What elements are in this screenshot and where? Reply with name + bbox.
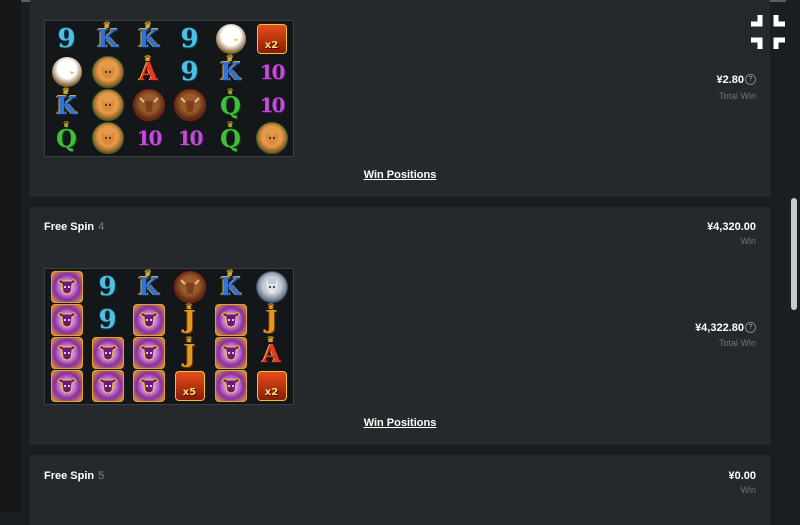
symbol-k: K ♛	[138, 20, 159, 54]
crown-icon: ♛	[103, 20, 111, 30]
eagle-icon	[46, 55, 87, 88]
symbol-q: Q ♛	[56, 120, 77, 153]
multiplier-x2-icon: x2	[251, 22, 292, 55]
cougar-icon	[87, 122, 128, 155]
eagle-icon	[210, 22, 251, 55]
cougar-icon	[87, 89, 128, 122]
spin-round-panel: 9 K ♛ K ♛ 9 x2 A ♛ 9 K ♛ 10 K ♛ Q ♛ 10 Q ♛ 10 10 Q ♛ ¥2.80? Tot…	[30, 0, 770, 197]
crown-icon: ♛	[226, 120, 234, 130]
symbol-k: K ♛	[97, 20, 118, 54]
crown-icon: ♛	[185, 335, 193, 345]
win-positions-link[interactable]: Win Positions	[30, 169, 770, 181]
symbol-10: 10	[177, 126, 204, 151]
moose-icon	[169, 89, 210, 122]
free-spin-title: Free Spin 4	[44, 221, 105, 233]
buffalo-icon	[128, 370, 169, 403]
symbol-9: 9	[180, 23, 199, 54]
symbol-10: 10	[259, 93, 286, 118]
total-win-label: Total Win	[718, 91, 756, 101]
help-icon[interactable]: ?	[745, 74, 756, 85]
crown-icon: ♛	[144, 268, 152, 278]
win-positions-link[interactable]: Win Positions	[30, 417, 770, 429]
buffalo-icon	[46, 270, 87, 303]
wolf-icon	[251, 270, 292, 303]
multiplier-x5-icon: x5	[169, 370, 210, 403]
spin-win-amount: ¥4,320.00	[707, 221, 756, 233]
symbol-k: K ♛	[56, 87, 77, 120]
cougar-icon	[251, 122, 292, 155]
crown-icon: ♛	[267, 335, 275, 345]
buffalo-icon	[128, 337, 169, 370]
symbol-q: Q ♛	[220, 87, 241, 120]
buffalo-icon	[210, 337, 251, 370]
symbol-9: 9	[98, 271, 117, 302]
crown-icon: ♛	[62, 120, 70, 130]
spin-number: 4	[98, 221, 105, 233]
crown-icon: ♛	[226, 53, 234, 63]
scrollbar-thumb[interactable]	[791, 198, 797, 310]
crown-icon: ♛	[226, 87, 234, 97]
left-sidebar-strip	[0, 0, 21, 512]
symbol-10: 10	[136, 126, 163, 151]
total-win-label: Total Win	[718, 338, 756, 348]
symbol-a: A ♛	[139, 53, 158, 87]
spin-win-label: Win	[740, 485, 757, 495]
symbol-j: J ♛	[183, 335, 196, 368]
symbol-a: A ♛	[262, 335, 281, 368]
symbol-j: J ♛	[183, 301, 196, 335]
spin-win-amount: ¥0.00	[728, 470, 756, 482]
buffalo-icon	[87, 370, 128, 403]
spin-win-label: Win	[740, 236, 757, 246]
multiplier-x2-icon: x2	[251, 370, 292, 403]
symbol-k: K ♛	[220, 53, 241, 87]
reels-grid: 9 K ♛ K ♛ 9 x2 A ♛ 9 K ♛ 10 K ♛ Q ♛ 10 Q ♛ 10 10 Q ♛	[44, 20, 294, 157]
moose-icon	[128, 89, 169, 122]
buffalo-icon	[87, 337, 128, 370]
total-win-amount: ¥2.80?	[716, 74, 756, 86]
crown-icon: ♛	[185, 301, 193, 311]
help-icon[interactable]: ?	[745, 322, 756, 333]
buffalo-icon	[46, 337, 87, 370]
buffalo-icon	[210, 303, 251, 336]
crown-icon: ♛	[144, 53, 152, 63]
symbol-9: 9	[57, 23, 76, 54]
cougar-icon	[87, 55, 128, 88]
symbol-9: 9	[180, 56, 199, 87]
crown-icon: ♛	[226, 268, 234, 278]
reels-grid: 9 K ♛ K ♛ 9 J ♛ J ♛ J ♛ A ♛ x5 x2	[44, 268, 294, 405]
exit-fullscreen-icon[interactable]	[749, 13, 787, 51]
buffalo-icon	[210, 370, 251, 403]
spin-number: 5	[98, 470, 105, 482]
crown-icon: ♛	[62, 87, 70, 97]
buffalo-icon	[46, 303, 87, 336]
crown-icon: ♛	[144, 20, 152, 30]
free-spin-panel: Free Spin 5 ¥0.00 Win	[30, 455, 770, 525]
symbol-q: Q ♛	[220, 120, 241, 153]
free-spin-title: Free Spin 5	[44, 470, 105, 482]
symbol-10: 10	[259, 59, 286, 84]
buffalo-icon	[128, 303, 169, 336]
symbol-k: K ♛	[138, 268, 159, 302]
free-spin-panel: Free Spin 4 ¥4,320.00 Win 9 K ♛ K ♛ 9 J ♛ J ♛ J ♛ A ♛ x…	[30, 207, 770, 445]
crown-icon: ♛	[267, 301, 275, 311]
buffalo-icon	[46, 370, 87, 403]
symbol-j: J ♛	[265, 301, 278, 335]
symbol-k: K ♛	[220, 268, 241, 302]
total-win-amount: ¥4,322.80?	[695, 322, 756, 334]
symbol-9: 9	[98, 304, 117, 335]
moose-icon	[169, 270, 210, 303]
